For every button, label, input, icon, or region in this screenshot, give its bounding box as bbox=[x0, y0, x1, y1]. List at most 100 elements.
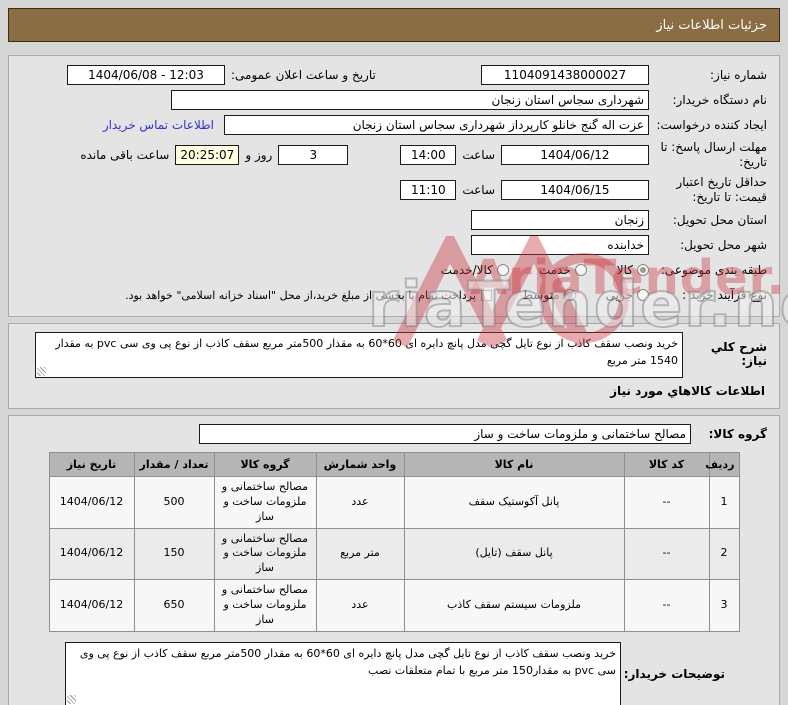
buyer-notes-wrap: خرید ونصب سقف کاذب از نوع تایل گچی مدل پ… bbox=[65, 641, 621, 705]
remaining-days-field: 3 bbox=[278, 145, 349, 165]
cell-need-date: 1404/06/12 bbox=[48, 527, 135, 581]
radio-minor-icon[interactable] bbox=[637, 289, 649, 301]
treasury-option[interactable]: پرداخت تمام یا بخشی از مبلغ خرید،از محل … bbox=[125, 289, 492, 302]
cell-row-number: 3 bbox=[708, 579, 740, 632]
radio-option-medium[interactable]: متوسط bbox=[522, 288, 576, 302]
price-validity-label: حداقل تاریخ اعتبار قیمت: تا تاریخ: bbox=[676, 175, 767, 204]
province-field[interactable]: زنجان bbox=[471, 210, 649, 230]
request-creator-label: ایجاد کننده درخواست: bbox=[656, 117, 767, 132]
row-subject-class: طبقه بندی موضوعی: کالا خدمت کالا/خدمت bbox=[21, 260, 767, 280]
province-label: استان محل تحویل: bbox=[672, 212, 767, 227]
goods-table-header-row: ردیف کد کالا نام کالا واحد شمارش گروه کا… bbox=[48, 452, 740, 477]
public-announce-field[interactable]: 1404/06/08 - 12:03 bbox=[67, 65, 225, 85]
row-price-validity: حداقل تاریخ اعتبار قیمت: تا تاریخ: 1404/… bbox=[21, 175, 767, 205]
row-buyer-notes: توضیحات خریدار: خرید ونصب سقف کاذب از نو… bbox=[21, 641, 767, 705]
cell-item-name: پانل سقف (تایل) bbox=[403, 527, 625, 581]
reply-deadline-label: مهلت ارسال پاسخ: تا تاریخ: bbox=[660, 140, 767, 169]
col-row-number: ردیف bbox=[705, 452, 740, 477]
goods-group-field[interactable]: مصالح ساختمانی و ملزومات ساخت و ساز bbox=[199, 424, 691, 444]
radio-option-goods-service[interactable]: کالا/خدمت bbox=[441, 263, 509, 277]
cell-group: مصالح ساختمانی و ملزومات ساخت و ساز bbox=[213, 527, 317, 581]
need-desc-textarea[interactable]: خرید ونصب سقف کاذب از نوع تایل گچی مدل پ… bbox=[35, 332, 683, 378]
reply-deadline-time-field[interactable]: 14:00 bbox=[400, 145, 457, 165]
radio-medium-label: متوسط bbox=[521, 288, 560, 302]
cell-need-date: 1404/06/12 bbox=[48, 579, 135, 632]
cell-need-date: 1404/06/12 bbox=[48, 476, 135, 529]
cell-row-number: 1 bbox=[708, 476, 740, 529]
goods-panel: گروه کالا: مصالح ساختمانی و ملزومات ساخت… bbox=[8, 415, 780, 705]
price-validity-date-field[interactable]: 1404/06/15 bbox=[501, 180, 649, 200]
price-validity-hour-label: ساعت bbox=[462, 183, 495, 197]
buyer-notes-textarea[interactable]: خرید ونصب سقف کاذب از نوع تایل گچی مدل پ… bbox=[65, 641, 621, 705]
remaining-time-label: ساعت باقی مانده bbox=[80, 148, 170, 162]
radio-goods-icon[interactable] bbox=[637, 264, 649, 276]
cell-unit: عدد bbox=[315, 476, 405, 529]
radio-option-service[interactable]: خدمت bbox=[539, 263, 587, 277]
cell-unit: متر مربع bbox=[315, 527, 405, 581]
purchase-type-label: نوع فرآیند خرید : bbox=[682, 287, 767, 302]
reply-deadline-date-field[interactable]: 1404/06/12 bbox=[501, 145, 649, 165]
cell-item-code: -- bbox=[623, 476, 710, 529]
city-field[interactable]: خدابنده bbox=[471, 235, 649, 255]
radio-service-icon[interactable] bbox=[574, 264, 587, 276]
radio-goods-service-label: کالا/خدمت bbox=[440, 263, 493, 277]
need-number-field[interactable]: 1104091438000027 bbox=[481, 65, 649, 85]
cell-item-code: -- bbox=[623, 527, 710, 581]
cell-item-name: پانل آکوستیک سقف bbox=[403, 476, 625, 529]
goods-section-heading: اطلاعات کالاهاي مورد نیاز bbox=[610, 384, 765, 398]
buyer-contact-link[interactable]: اطلاعات تماس خریدار bbox=[103, 118, 214, 132]
goods-table: ردیف کد کالا نام کالا واحد شمارش گروه کا… bbox=[48, 452, 740, 632]
cell-quantity: 500 bbox=[133, 476, 215, 529]
radio-option-minor[interactable]: جزیی bbox=[606, 288, 649, 302]
cell-group: مصالح ساختمانی و ملزومات ساخت و ساز bbox=[213, 476, 317, 529]
price-validity-time-field[interactable]: 11:10 bbox=[400, 180, 457, 200]
row-city: شهر محل تحویل: خدابنده bbox=[21, 235, 767, 255]
cell-quantity: 650 bbox=[133, 579, 215, 632]
cell-group: مصالح ساختمانی و ملزومات ساخت و ساز bbox=[213, 579, 317, 632]
row-need-desc: شرح کلي نیاز: خرید ونصب سقف کاذب از نوع … bbox=[21, 332, 767, 378]
subject-class-label: طبقه بندی موضوعی: bbox=[660, 262, 767, 277]
table-row: 1 -- پانل آکوستیک سقف عدد مصالح ساختمانی… bbox=[48, 476, 740, 529]
cell-unit: عدد bbox=[315, 579, 405, 632]
radio-service-label: خدمت bbox=[538, 263, 571, 277]
col-item-name: نام کالا bbox=[403, 452, 625, 477]
col-item-code: کد کالا bbox=[623, 452, 710, 477]
page-title: جزئیات اطلاعات نیاز bbox=[8, 8, 780, 42]
row-reply-deadline: مهلت ارسال پاسخ: تا تاریخ: 1404/06/12 سا… bbox=[21, 140, 767, 170]
radio-medium-icon[interactable] bbox=[563, 289, 576, 301]
row-request-creator: ایجاد کننده درخواست: عزت اله گنج خانلو ک… bbox=[21, 115, 767, 135]
need-details-page: جزئیات اطلاعات نیاز شماره نیاز: 11040914… bbox=[0, 0, 788, 705]
radio-goods-label: کالا bbox=[616, 263, 633, 277]
col-group: گروه کالا bbox=[213, 452, 317, 477]
table-row: 2 -- پانل سقف (تایل) متر مربع مصالح ساخت… bbox=[48, 527, 740, 581]
need-info-panel: شماره نیاز: 1104091438000027 تاریخ و ساع… bbox=[8, 55, 780, 317]
reply-deadline-hour-label: ساعت bbox=[462, 148, 495, 162]
need-number-label: شماره نیاز: bbox=[710, 67, 767, 82]
row-goods-group: گروه کالا: مصالح ساختمانی و ملزومات ساخت… bbox=[21, 424, 767, 444]
buyer-org-label: نام دستگاه خریدار: bbox=[672, 92, 768, 107]
cell-quantity: 150 bbox=[133, 527, 215, 581]
radio-minor-label: جزیی bbox=[605, 288, 633, 302]
cell-item-code: -- bbox=[623, 579, 710, 632]
treasury-checkbox[interactable] bbox=[480, 289, 492, 301]
request-creator-field[interactable]: عزت اله گنج خانلو کارپرداز شهرداری سجاس … bbox=[224, 115, 649, 135]
col-quantity: تعداد / مقدار bbox=[133, 452, 215, 477]
radio-option-goods[interactable]: کالا bbox=[617, 263, 649, 277]
row-buyer-org: نام دستگاه خریدار: شهرداری سجاس استان زن… bbox=[21, 90, 767, 110]
row-purchase-type: نوع فرآیند خرید : جزیی متوسط پرداخت تمام… bbox=[21, 285, 767, 305]
col-need-date: تاریخ نیاز bbox=[48, 452, 135, 477]
city-label: شهر محل تحویل: bbox=[680, 237, 767, 252]
radio-goods-service-icon[interactable] bbox=[496, 264, 509, 276]
cell-row-number: 2 bbox=[708, 527, 740, 581]
goods-group-label: گروه کالا: bbox=[708, 427, 767, 441]
table-row: 3 -- ملزومات سیستم سقف کاذب عدد مصالح سا… bbox=[48, 579, 740, 632]
row-need-number: شماره نیاز: 1104091438000027 تاریخ و ساع… bbox=[21, 65, 767, 85]
need-desc-panel: شرح کلي نیاز: خرید ونصب سقف کاذب از نوع … bbox=[8, 323, 780, 409]
remaining-days-label: روز و bbox=[245, 148, 273, 162]
buyer-org-field[interactable]: شهرداری سجاس استان زنجان bbox=[171, 90, 649, 110]
remaining-time-field: 20:25:07 bbox=[175, 145, 240, 165]
buyer-notes-label: توضیحات خریدار: bbox=[623, 666, 725, 681]
public-announce-label: تاریخ و ساعت اعلان عمومی: bbox=[231, 68, 376, 82]
cell-item-name: ملزومات سیستم سقف کاذب bbox=[403, 579, 625, 632]
col-unit: واحد شمارش bbox=[315, 452, 405, 477]
